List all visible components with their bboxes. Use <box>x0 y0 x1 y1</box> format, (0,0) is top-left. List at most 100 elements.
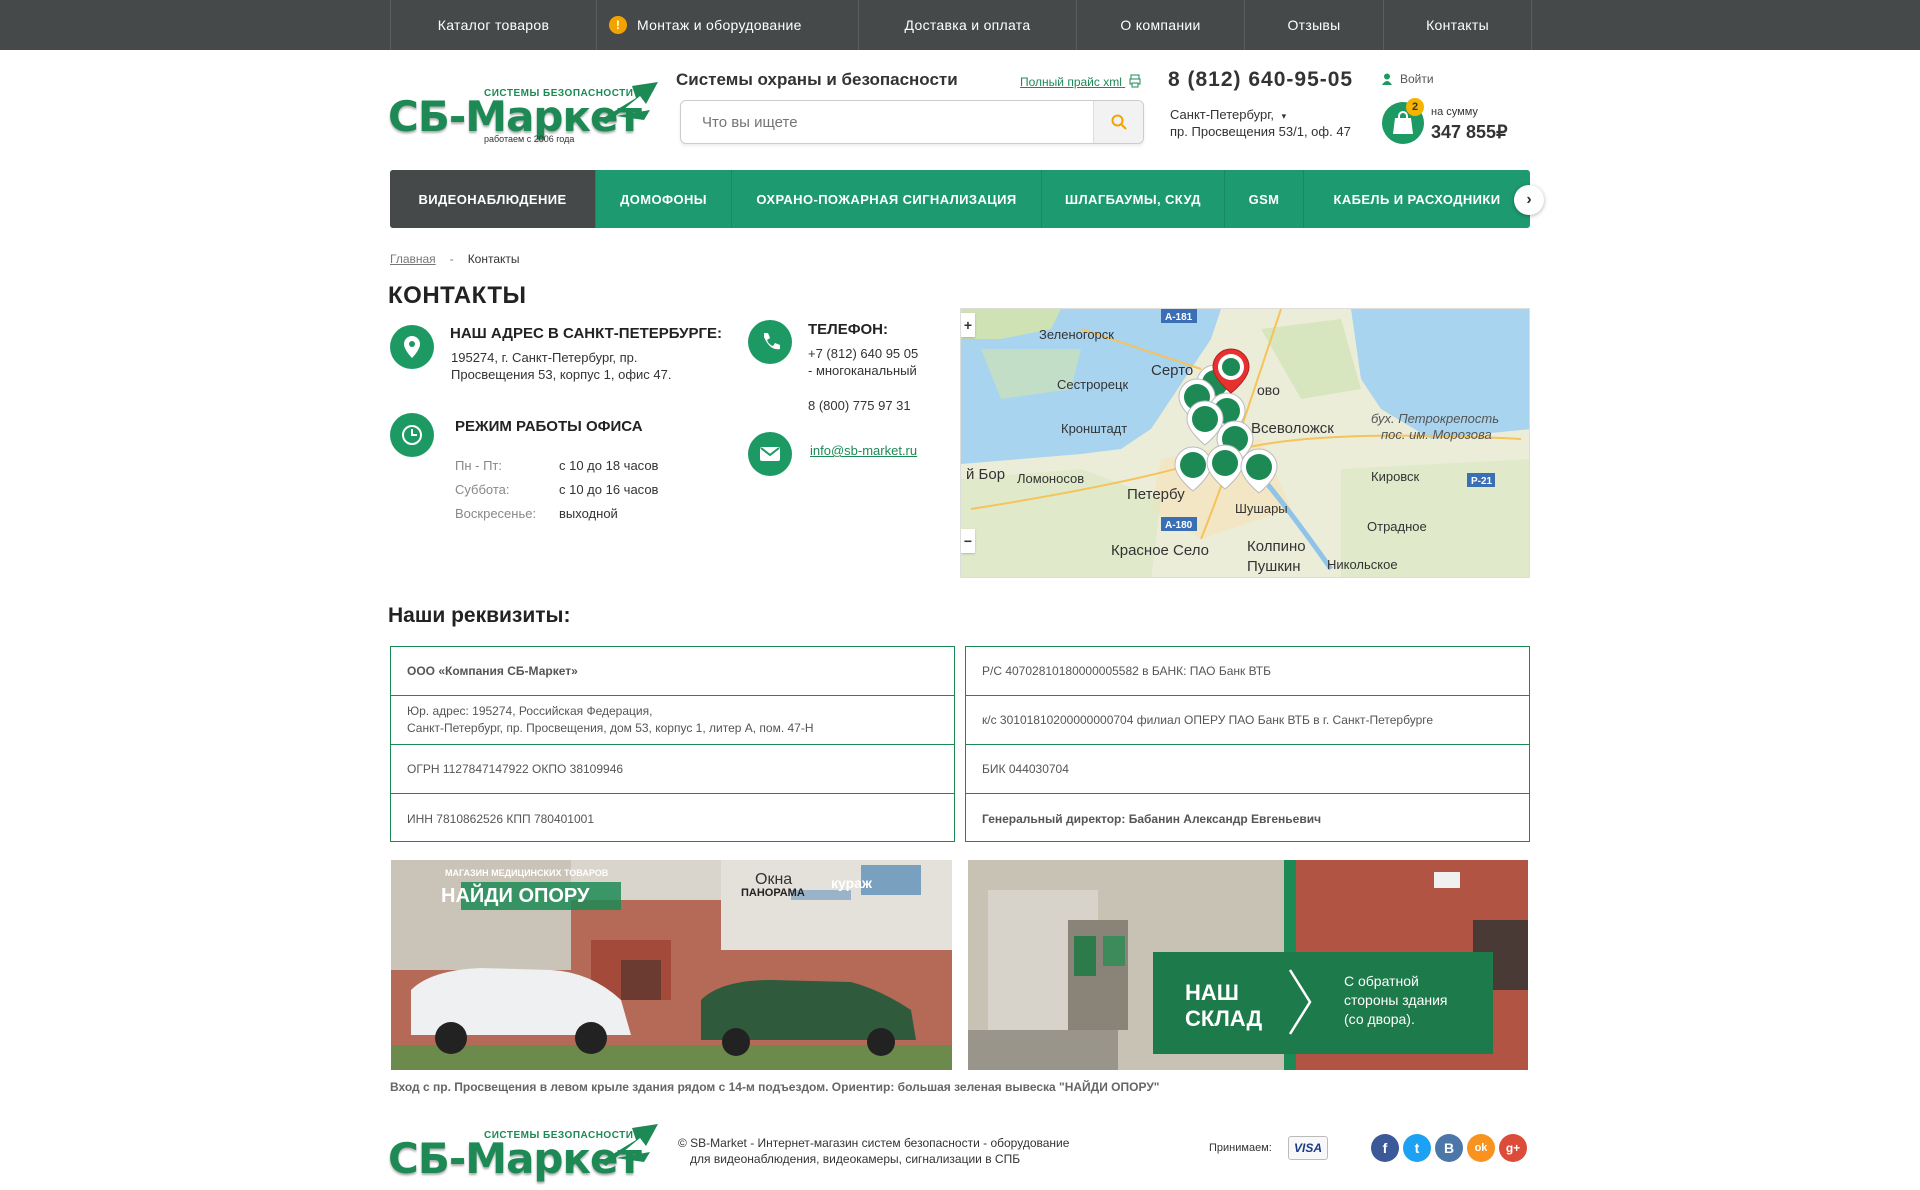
city-label: Санкт-Петербург, <box>1170 107 1274 122</box>
map-canvas: Зеленогорск Сестрорецк Серто ово Кроншта… <box>961 309 1529 577</box>
facebook-icon[interactable]: f <box>1371 1134 1399 1162</box>
requisites-right-table: Р/С 40702810180000005582 в БАНК: ПАО Бан… <box>965 646 1530 842</box>
cart-sum: 347 855₽ <box>1431 122 1508 142</box>
warehouse-photo: НАШ СКЛАД С обратной стороны здания (со … <box>968 860 1528 1070</box>
category-fire-alarm[interactable]: ОХРАНО-ПОЖАРНАЯ СИГНАЛИЗАЦИЯ <box>732 170 1042 228</box>
hours-label: Пн - Пт: <box>455 458 502 473</box>
search-button[interactable] <box>1093 101 1143 143</box>
twitter-icon[interactable]: t <box>1403 1134 1431 1162</box>
requisites-row: к/с 30101810200000000704 филиал ОПЕРУ ПА… <box>966 696 1529 745</box>
map-label: ово <box>1257 382 1280 398</box>
price-list-label: Полный прайс xml <box>1020 75 1122 89</box>
photo-caption: Вход с пр. Просвещения в левом крыле зда… <box>390 1080 1160 1094</box>
login-link[interactable]: Войти <box>1382 72 1434 86</box>
search-box <box>680 100 1144 144</box>
map-road-label: А-180 <box>1165 520 1193 531</box>
clock-icon <box>390 413 434 457</box>
contact-phone2[interactable]: 8 (800) 775 97 31 <box>808 397 911 414</box>
search-input[interactable] <box>682 102 1092 142</box>
category-intercoms[interactable]: ДОМОФОНЫ <box>596 170 732 228</box>
contact-email[interactable]: info@sb-market.ru <box>810 442 917 459</box>
site-tagline: Системы охраны и безопасности <box>676 70 958 89</box>
warehouse-note: С обратной стороны здания (со двора). <box>1344 973 1448 1027</box>
map-label: Шушары <box>1235 501 1288 516</box>
category-video[interactable]: ВИДЕОНАБЛЮДЕНИЕ <box>390 170 596 228</box>
odnoklassniki-icon[interactable]: ok <box>1467 1134 1495 1162</box>
topnav-reviews[interactable]: Отзывы <box>1245 0 1384 50</box>
map-label: Пушкин <box>1247 558 1301 575</box>
hours-label: Суббота: <box>455 482 510 497</box>
hours-title: РЕЖИМ РАБОТЫ ОФИСА <box>455 418 643 435</box>
photo-sign: Окна <box>755 871 792 888</box>
map-label: Отрадное <box>1367 519 1427 534</box>
cart-sum-label: на сумму <box>1431 106 1478 118</box>
logo-swoosh-icon <box>600 1124 658 1166</box>
topnav-catalog[interactable]: Каталог товаров <box>391 0 597 50</box>
photo-sign: ПАНОРАМА <box>741 887 805 899</box>
google-plus-icon[interactable]: g+ <box>1499 1134 1527 1162</box>
category-gsm[interactable]: GSM <box>1225 170 1304 228</box>
address-line2: Просвещения 53, корпус 1, офис 47. <box>451 367 672 382</box>
category-navigation: ВИДЕОНАБЛЮДЕНИЕ ДОМОФОНЫ ОХРАНО-ПОЖАРНАЯ… <box>390 170 1530 228</box>
map-label: бух. Петрокрепость <box>1371 411 1499 426</box>
chevron-down-icon: ▾ <box>1281 111 1287 121</box>
phone-icon <box>748 320 792 364</box>
map-label: Красное Село <box>1111 542 1209 559</box>
address-title: НАШ АДРЕС В САНКТ-ПЕТЕРБУРГЕ: <box>450 325 723 342</box>
requisites-row: Юр. адрес: 195274, Российская Федерация,… <box>391 696 954 745</box>
login-label: Войти <box>1400 72 1434 86</box>
payment-accept-label: Принимаем: <box>1209 1142 1272 1154</box>
hours-value: с 10 до 18 часов <box>559 458 659 473</box>
page-title: КОНТАКТЫ <box>388 282 527 309</box>
map-label: Сестрорецк <box>1057 377 1128 392</box>
topnav-about[interactable]: О компании <box>1077 0 1245 50</box>
category-cable[interactable]: КАБЕЛЬ И РАСХОДНИКИ <box>1304 170 1530 228</box>
topnav-delivery[interactable]: Доставка и оплата <box>859 0 1077 50</box>
photo-sign: НАЙДИ ОПОРУ <box>441 883 590 907</box>
requisites-row: БИК 044030704 <box>966 745 1529 794</box>
chevron-right-icon: › <box>1526 191 1532 208</box>
requisites-title: Наши реквизиты: <box>388 604 571 627</box>
requisites-row: ОГРН 1127847147922 ОКПО 38109946 <box>391 745 954 794</box>
breadcrumb-current: Контакты <box>467 252 520 266</box>
price-list-link[interactable]: Полный прайс xml <box>1020 74 1141 89</box>
vk-icon[interactable]: В <box>1435 1134 1463 1162</box>
map-label: Серто <box>1151 362 1193 379</box>
breadcrumb-separator: - <box>449 252 454 266</box>
photo-sign: МАГАЗИН МЕДИЦИНСКИХ ТОВАРОВ <box>445 868 609 878</box>
topnav-contacts[interactable]: Контакты <box>1384 0 1532 50</box>
map-label: Колпино <box>1247 538 1306 555</box>
logo-subtitle: работаем с 2006 года <box>484 134 575 144</box>
requisites-row: ИНН 7810862526 КПП 780401001 <box>407 811 595 826</box>
map-label: пос. им. Морозова <box>1381 427 1492 442</box>
city-selector[interactable]: Санкт-Петербург, ▾ <box>1170 107 1286 122</box>
search-icon <box>1111 114 1127 130</box>
footer-copyright: © SB-Market - Интернет-магазин систем бе… <box>678 1135 1069 1167</box>
topnav-installation[interactable]: ! Монтаж и оборудование <box>597 0 859 50</box>
map-label: Всеволожск <box>1251 420 1334 437</box>
footer-logo[interactable]: СИСТЕМЫ БЕЗОПАСНОСТИ СБ-Маркет <box>388 1120 660 1190</box>
map[interactable]: Зеленогорск Сестрорецк Серто ово Кроншта… <box>960 308 1530 578</box>
header-phone[interactable]: 8 (812) 640-95-05 <box>1168 68 1353 92</box>
hours-row: Пн - Пт: с 10 до 18 часов <box>455 457 658 474</box>
category-barriers[interactable]: ШЛАГБАУМЫ, СКУД <box>1042 170 1225 228</box>
site-logo[interactable]: СИСТЕМЫ БЕЗОПАСНОСТИ СБ-Маркет работаем … <box>388 78 660 150</box>
map-label: Кировск <box>1371 469 1420 484</box>
location-pin-icon <box>390 325 434 369</box>
map-zoom-out-button[interactable]: − <box>961 529 975 553</box>
cart-count-badge: 2 <box>1406 98 1424 116</box>
map-zoom-in-button[interactable]: + <box>961 313 975 337</box>
photo-sign: кураж <box>831 875 873 891</box>
contact-phone1[interactable]: +7 (812) 640 95 05 <box>808 345 918 362</box>
requisites-row: ООО «Компания СБ-Маркет» <box>391 647 954 696</box>
requisites-line: Юр. адрес: 195274, Российская Федерация, <box>407 704 653 718</box>
map-label: Кронштадт <box>1061 421 1127 436</box>
cart-button[interactable]: 2 <box>1382 98 1424 144</box>
requisites-row: Генеральный директор: Бабанин Александр … <box>982 811 1322 826</box>
phone-title: ТЕЛЕФОН: <box>808 321 888 338</box>
breadcrumb-home[interactable]: Главная <box>390 252 436 266</box>
requisites-left-table: ООО «Компания СБ-Маркет» Юр. адрес: 1952… <box>390 646 955 842</box>
category-next-button[interactable]: › <box>1514 185 1544 215</box>
warning-icon: ! <box>609 16 627 34</box>
address-line1: 195274, г. Санкт-Петербург, пр. <box>451 350 638 365</box>
